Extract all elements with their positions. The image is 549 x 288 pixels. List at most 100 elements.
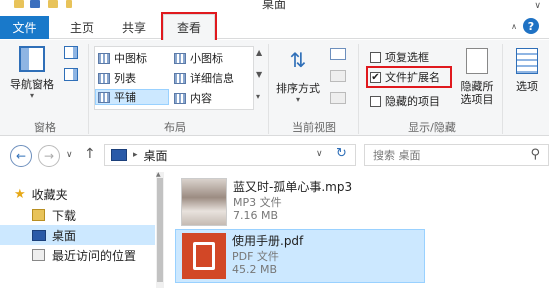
search-placeholder: 搜索 桌面	[373, 149, 421, 162]
minimize-ribbon-icon[interactable]: ∧	[511, 22, 517, 31]
new-folder-icon[interactable]	[48, 0, 58, 8]
sort-label: 排序方式	[276, 82, 320, 95]
search-icon: ⚲	[530, 147, 540, 162]
hidden-items-toggle[interactable]: 隐藏的项目	[370, 93, 440, 109]
layout-group-label: 布局	[164, 121, 186, 134]
nav-item-recent[interactable]: 最近访问的位置	[0, 245, 155, 265]
preview-pane-icon[interactable]	[64, 46, 78, 59]
divider	[358, 44, 359, 134]
nav-item-desktop[interactable]: 桌面	[0, 225, 155, 245]
tiles-icon	[98, 91, 110, 103]
hide-selected-button[interactable]: 隐藏所 选项目	[456, 46, 498, 116]
checkbox-label: 隐藏的项目	[385, 95, 440, 108]
file-item-mp3[interactable]: 蓝又时-孤单心事.mp3 MP3 文件 7.16 MB	[175, 176, 425, 230]
content-icon	[174, 92, 186, 104]
file-name: 蓝又时-孤单心事.mp3	[233, 180, 353, 194]
window-title: 桌面	[262, 0, 287, 11]
chevron-down-icon: ▾	[295, 95, 300, 104]
pane-group-label: 窗格	[34, 121, 56, 134]
layout-scroll-up-icon[interactable]: ▲	[256, 48, 262, 57]
forward-button[interactable]: →	[38, 145, 60, 167]
download-folder-icon	[32, 209, 45, 221]
nav-pane-icon	[19, 46, 45, 72]
checkbox[interactable]	[370, 51, 381, 63]
layout-expand-icon[interactable]: ▾	[256, 92, 260, 101]
tab-share[interactable]: 共享	[110, 16, 158, 39]
group-by-icon[interactable]	[330, 48, 346, 60]
divider	[88, 44, 89, 134]
checkbox[interactable]	[370, 95, 381, 107]
album-art-thumbnail	[181, 178, 227, 226]
layout-details[interactable]: 详细信息	[174, 70, 234, 86]
nav-scrollbar-thumb[interactable]	[157, 178, 163, 282]
address-dropdown-icon[interactable]: ∨	[316, 149, 323, 159]
hide-selected-icon	[466, 48, 488, 74]
chevron-down-icon[interactable]: ∨	[534, 1, 541, 11]
file-size: 7.16 MB	[233, 209, 279, 222]
layout-item-label: 中图标	[114, 52, 147, 65]
address-path: 桌面	[143, 148, 168, 163]
medium-icons-icon	[98, 52, 110, 64]
nav-item-downloads[interactable]: 下载	[0, 205, 155, 225]
item-checkboxes-toggle[interactable]: 项复选框	[370, 49, 429, 65]
sort-by-button[interactable]: ⇅ 排序方式 ▾	[272, 46, 324, 116]
checkbox-label: 项复选框	[385, 51, 429, 64]
size-columns-icon[interactable]	[330, 92, 346, 104]
nav-pane-button[interactable]: 导航窗格 ▾	[6, 46, 58, 116]
layout-item-label: 内容	[190, 92, 212, 105]
chevron-down-icon: ▾	[29, 91, 34, 100]
details-icon	[174, 72, 186, 84]
layout-small-icons[interactable]: 小图标	[174, 50, 223, 66]
folder-icon	[14, 0, 24, 8]
details-pane-icon[interactable]	[64, 68, 78, 81]
up-arrow-icon[interactable]: ↑	[84, 146, 96, 162]
tab-file[interactable]: 文件	[0, 16, 49, 39]
file-item-pdf[interactable]: 使用手册.pdf PDF 文件 45.2 MB	[175, 229, 425, 283]
list-icon	[98, 72, 110, 84]
file-name: 使用手册.pdf	[232, 234, 304, 248]
quick-access-icon[interactable]	[30, 0, 40, 8]
nav-item-label: 收藏夹	[31, 187, 68, 202]
layout-tiles[interactable]: 平铺	[95, 89, 169, 105]
nav-item-favorites[interactable]: ★ 收藏夹	[0, 184, 155, 204]
divider	[268, 44, 269, 134]
add-columns-icon[interactable]	[330, 70, 346, 82]
layout-medium-icons[interactable]: 中图标	[98, 50, 147, 66]
layout-list[interactable]: 列表	[98, 70, 136, 86]
small-icons-icon	[174, 52, 186, 64]
options-button[interactable]: 选项	[508, 46, 546, 106]
options-icon	[516, 48, 538, 74]
layout-item-label: 列表	[114, 72, 136, 85]
back-button[interactable]: ←	[10, 145, 32, 167]
file-type: PDF 文件	[232, 250, 279, 263]
recent-places-icon	[32, 249, 45, 261]
current-view-group-label: 当前视图	[292, 121, 336, 134]
layout-item-label: 平铺	[114, 91, 136, 104]
recent-locations-icon[interactable]: ∨	[66, 150, 73, 160]
layout-content[interactable]: 内容	[174, 90, 212, 106]
options-label: 选项	[516, 80, 538, 93]
pdf-logo-icon	[193, 242, 215, 270]
desktop-icon	[111, 149, 127, 161]
divider	[502, 44, 503, 134]
sort-icon: ⇅	[289, 48, 307, 72]
search-input[interactable]: 搜索 桌面 ⚲	[364, 144, 549, 166]
desktop-icon	[32, 229, 46, 241]
file-extensions-highlight	[366, 66, 452, 88]
nav-pane-label: 导航窗格	[10, 78, 54, 91]
nav-item-label: 下载	[52, 208, 77, 223]
scroll-up-icon[interactable]: ▲	[156, 171, 161, 178]
nav-item-label: 最近访问的位置	[52, 248, 137, 263]
star-icon: ★	[14, 186, 26, 202]
layout-item-label: 详细信息	[190, 72, 234, 85]
nav-item-label: 桌面	[52, 228, 77, 243]
file-size: 45.2 MB	[232, 263, 278, 276]
help-icon[interactable]: ?	[523, 18, 539, 34]
refresh-icon[interactable]: ↻	[336, 146, 347, 161]
show-hide-group-label: 显示/隐藏	[408, 121, 456, 134]
hide-selected-label: 隐藏所 选项目	[460, 80, 494, 106]
file-type: MP3 文件	[233, 196, 282, 209]
layout-scroll-down-icon[interactable]: ▼	[256, 70, 262, 79]
customize-icon[interactable]	[66, 0, 72, 8]
tab-home[interactable]: 主页	[58, 16, 106, 39]
